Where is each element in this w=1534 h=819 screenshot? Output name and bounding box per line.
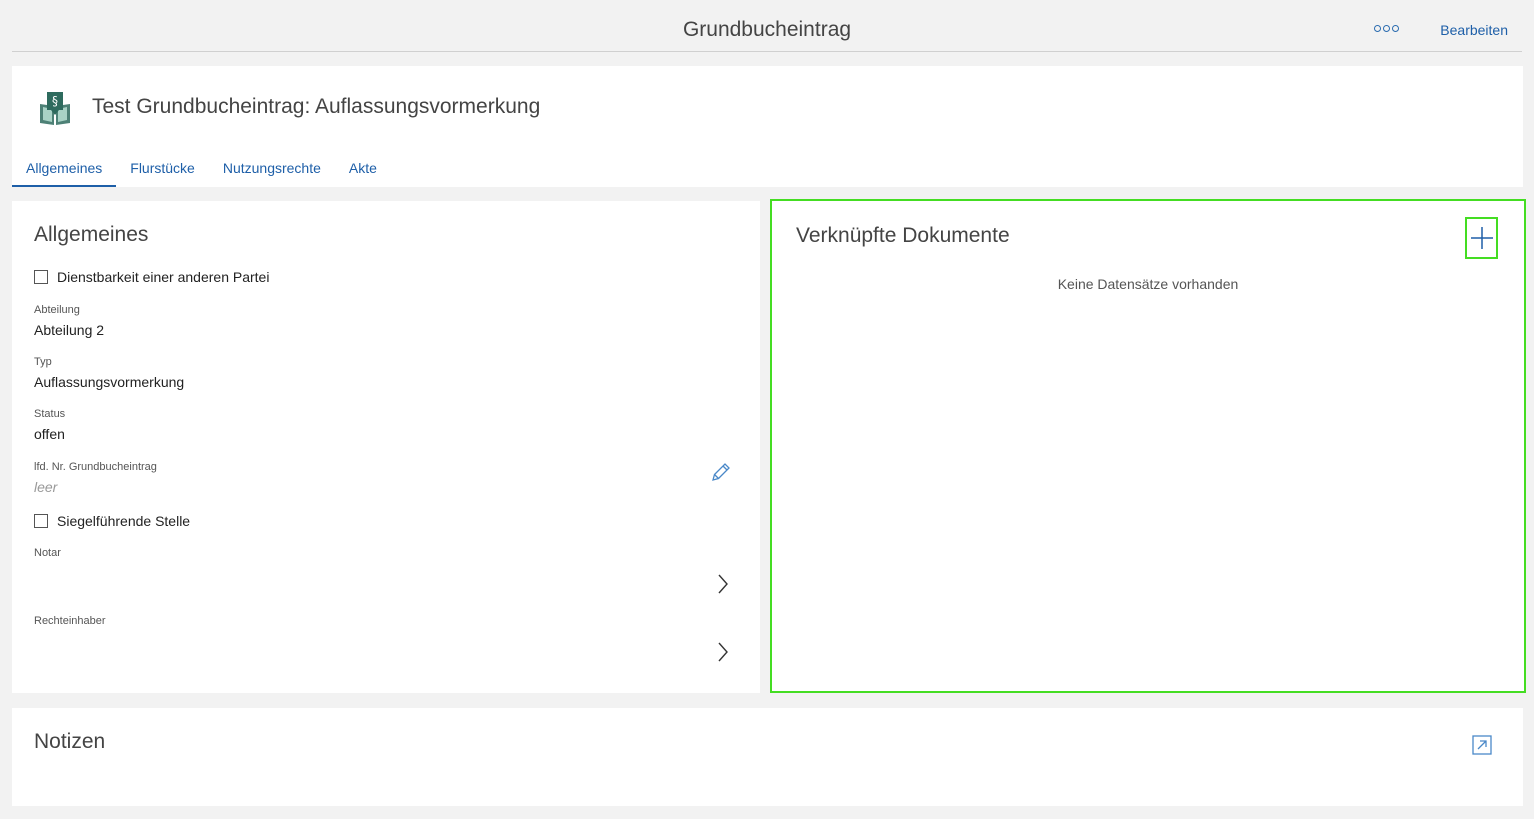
page-title: Grundbucheintrag: [682, 18, 852, 41]
general-section-title: Allgemeines: [34, 223, 149, 246]
servitude-label: Dienstbarkeit einer anderen Partei: [57, 269, 270, 285]
edit-button[interactable]: Bearbeiten: [1440, 22, 1508, 38]
linked-documents-title: Verknüpfte Dokumente: [796, 224, 1010, 247]
type-label: Typ: [34, 356, 52, 368]
top-bar: Grundbucheintrag Bearbeiten: [12, 0, 1522, 52]
chevron-right-icon[interactable]: [715, 641, 731, 663]
tab-nutzungsrechte[interactable]: Nutzungsrechte: [209, 153, 335, 187]
add-document-button[interactable]: [1465, 217, 1498, 259]
linked-documents-section: Verknüpfte Dokumente Keine Datensätze vo…: [770, 199, 1526, 693]
seal-row: Siegelführende Stelle: [34, 513, 190, 529]
general-section: Allgemeines Dienstbarkeit einer anderen …: [12, 201, 760, 693]
seal-label: Siegelführende Stelle: [57, 513, 191, 529]
notes-title: Notizen: [34, 730, 106, 753]
status-label: Status: [34, 408, 66, 420]
department-value: Abteilung 2: [34, 322, 105, 338]
tab-flurstuecke[interactable]: Flurstücke: [116, 153, 209, 187]
tab-akte[interactable]: Akte: [335, 153, 391, 187]
tab-bar: Allgemeines Flurstücke Nutzungsrechte Ak…: [12, 153, 391, 187]
notes-section: Notizen: [12, 708, 1523, 806]
type-value: Auflassungsvormerkung: [34, 374, 185, 390]
open-external-icon[interactable]: [1472, 735, 1492, 755]
plus-icon: [1470, 227, 1493, 249]
department-label: Abteilung: [34, 304, 80, 316]
servitude-checkbox[interactable]: [34, 270, 48, 284]
record-title: Test Grundbucheintrag: Auflassungsvormer…: [92, 95, 541, 118]
empty-message: Keine Datensätze vorhanden: [1057, 276, 1239, 292]
tab-allgemeines[interactable]: Allgemeines: [12, 153, 117, 187]
status-value: offen: [34, 426, 65, 442]
servitude-row: Dienstbarkeit einer anderen Partei: [34, 269, 269, 285]
record-header: § Test Grundbucheintrag: Auflassungsvorm…: [12, 66, 1523, 187]
rights-holder-label: Rechteinhaber: [34, 615, 106, 627]
notary-label: Notar: [34, 547, 61, 559]
more-dots-icon[interactable]: [1374, 25, 1399, 32]
entry-number-label: lfd. Nr. Grundbucheintrag: [34, 461, 157, 473]
entry-number-value[interactable]: leer: [34, 479, 57, 495]
chevron-right-icon[interactable]: [715, 573, 731, 595]
pencil-icon[interactable]: [710, 461, 732, 483]
svg-text:§: §: [52, 94, 58, 108]
law-book-icon: §: [40, 92, 70, 125]
seal-checkbox[interactable]: [34, 514, 48, 528]
